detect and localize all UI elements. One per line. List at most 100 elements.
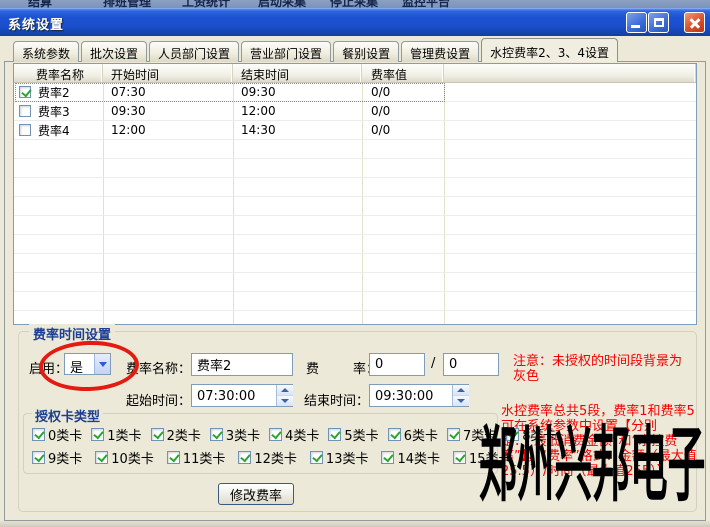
start-time-spinner[interactable]: 07:30:00 (191, 384, 293, 407)
column-header-start-time[interactable]: 开始时间 (103, 64, 233, 82)
end-time-spinner[interactable]: 09:30:00 (369, 384, 469, 407)
arrow-up-icon (281, 388, 289, 392)
tab-business-dept[interactable]: 营业部门设置 (241, 41, 331, 62)
card-type-checkbox[interactable]: 4类卡 (269, 425, 319, 444)
card-type-checkbox[interactable]: 3类卡 (210, 425, 260, 444)
end-time: 14:30 (233, 123, 362, 137)
fee-time-input[interactable] (443, 353, 499, 376)
column-header-rate-name[interactable]: 费率名称 (14, 64, 103, 82)
card-type-checkbox[interactable]: 5类卡 (328, 425, 378, 444)
card-type-checkbox[interactable]: 1类卡 (91, 425, 141, 444)
column-header-end-time[interactable]: 结束时间 (233, 64, 362, 82)
rate-name: 费率3 (38, 103, 70, 120)
rate-name-label: 费率名称： (126, 358, 191, 377)
bg-menu-item[interactable]: 监控平台 (402, 0, 450, 8)
rate-list: 费率名称 开始时间 结束时间 费率值 费率2 07:30 09:30 0/0 费… (13, 63, 697, 325)
tab-batch-settings[interactable]: 批次设置 (81, 41, 147, 62)
card-type-checkbox[interactable]: 8类卡 (506, 425, 556, 444)
card-type-label: 10类卡 (111, 448, 154, 467)
bg-menu-item[interactable]: 工资统计 (182, 0, 230, 8)
maximize-button[interactable] (648, 12, 669, 33)
card-type-label: 11类卡 (183, 448, 226, 467)
card-type-checkbox[interactable]: 14类卡 (381, 448, 440, 467)
card-type-checkbox[interactable]: 0类卡 (32, 425, 82, 444)
spin-down-button[interactable] (453, 396, 469, 407)
checkbox-checked-icon (447, 428, 460, 441)
modify-rate-button[interactable]: 修改费率 (218, 483, 294, 505)
enable-select[interactable]: 是 (64, 353, 111, 375)
minimize-button[interactable] (626, 12, 647, 33)
column-header-rate-value[interactable]: 费率值 (362, 64, 444, 82)
row-checkbox[interactable] (19, 124, 31, 136)
tab-personnel-dept[interactable]: 人员部门设置 (149, 41, 239, 62)
tab-system-params[interactable]: 系统参数 (13, 41, 79, 62)
card-type-checkbox[interactable]: 10类卡 (95, 448, 154, 467)
table-row[interactable]: 费率2 07:30 09:30 0/0 (14, 83, 696, 102)
checkbox-checked-icon (167, 451, 180, 464)
arrow-down-icon (457, 399, 465, 403)
checkbox-checked-icon (310, 451, 323, 464)
card-type-label: 2类卡 (167, 425, 201, 444)
table-row[interactable]: 费率3 09:30 12:00 0/0 (14, 102, 696, 121)
fee-amount-input[interactable] (369, 353, 425, 376)
bg-menu-item[interactable]: 停止采集 (330, 0, 378, 8)
checkbox-checked-icon (328, 428, 341, 441)
rate-name: 费率4 (38, 122, 70, 139)
start-time: 12:00 (103, 123, 233, 137)
bg-menu-item[interactable]: 结算 (28, 0, 52, 8)
card-type-checkbox[interactable]: 7类卡 (447, 425, 497, 444)
spin-up-button[interactable] (277, 385, 293, 396)
card-type-label: 12类卡 (254, 448, 297, 467)
empty-row (14, 235, 696, 254)
spin-down-button[interactable] (277, 396, 293, 407)
card-type-label: 0类卡 (48, 425, 82, 444)
bg-menu-item[interactable]: 排班管理 (103, 0, 151, 8)
spin-up-button[interactable] (453, 385, 469, 396)
rate-value: 0/0 (362, 85, 444, 99)
rate-list-header: 费率名称 开始时间 结束时间 费率值 (14, 64, 696, 83)
checkbox-checked-icon (506, 428, 519, 441)
tab-water-rate-active[interactable]: 水控费率2、3、4设置 (481, 38, 618, 62)
card-type-checkbox[interactable]: 11类卡 (167, 448, 226, 467)
card-type-checkbox[interactable]: 9类卡 (32, 448, 82, 467)
start-time: 09:30 (103, 104, 233, 118)
note-unauthorized-gray: 注意：未授权的时间段背景为灰色 (513, 354, 687, 384)
empty-row (14, 216, 696, 235)
card-type-label: 6类卡 (404, 425, 438, 444)
enable-label: 启用： (29, 358, 68, 377)
background-app-toolbar: 结算 排班管理 工资统计 启动采集 停止采集 监控平台 (0, 0, 710, 8)
card-type-label: 8类卡 (522, 425, 556, 444)
rate-time-settings-group: 费率时间设置 启用： 是 费率名称： 费 率： / 起始时间： 07:30:00… (18, 331, 697, 512)
checkbox-checked-icon (32, 451, 45, 464)
card-type-label: 13类卡 (326, 448, 369, 467)
fee-separator: / (431, 356, 435, 371)
table-row[interactable]: 费率4 12:00 14:30 0/0 (14, 121, 696, 140)
bg-menu-item[interactable]: 启动采集 (258, 0, 306, 8)
rate-value: 0/0 (362, 123, 444, 137)
tab-strip: 系统参数 批次设置 人员部门设置 营业部门设置 餐别设置 管理费设置 水控费率2… (13, 38, 620, 62)
combo-dropdown-button[interactable] (94, 354, 110, 374)
rate-name: 费率2 (38, 84, 70, 101)
empty-row (14, 140, 696, 159)
close-button[interactable] (684, 12, 705, 33)
card-type-label: 9类卡 (48, 448, 82, 467)
card-type-checkbox[interactable]: 13类卡 (310, 448, 369, 467)
card-type-checkbox[interactable]: 6类卡 (388, 425, 438, 444)
end-time-label: 结束时间： (304, 390, 369, 409)
card-type-label: 15类卡 (469, 448, 512, 467)
card-types-group: 授权卡类型 0类卡 1类卡 2类卡 3类卡 4类卡 5类卡 6类卡 7类卡 8类… (23, 413, 498, 474)
card-type-label: 14类卡 (397, 448, 440, 467)
empty-row (14, 292, 696, 311)
tab-mgmt-fee[interactable]: 管理费设置 (401, 41, 479, 62)
tab-meal-settings[interactable]: 餐别设置 (333, 41, 399, 62)
checkbox-checked-icon (381, 451, 394, 464)
card-type-label: 4类卡 (285, 425, 319, 444)
card-type-checkbox[interactable]: 15类卡 (453, 448, 512, 467)
rate-name-input[interactable] (191, 353, 293, 376)
card-type-checkbox[interactable]: 2类卡 (151, 425, 201, 444)
card-type-checkbox[interactable]: 12类卡 (238, 448, 297, 467)
row-checkbox-checked[interactable] (19, 86, 31, 98)
row-checkbox[interactable] (19, 105, 31, 117)
rate-list-body: 费率2 07:30 09:30 0/0 费率3 09:30 12:00 0/0 … (14, 83, 696, 324)
checkbox-checked-icon (453, 451, 466, 464)
